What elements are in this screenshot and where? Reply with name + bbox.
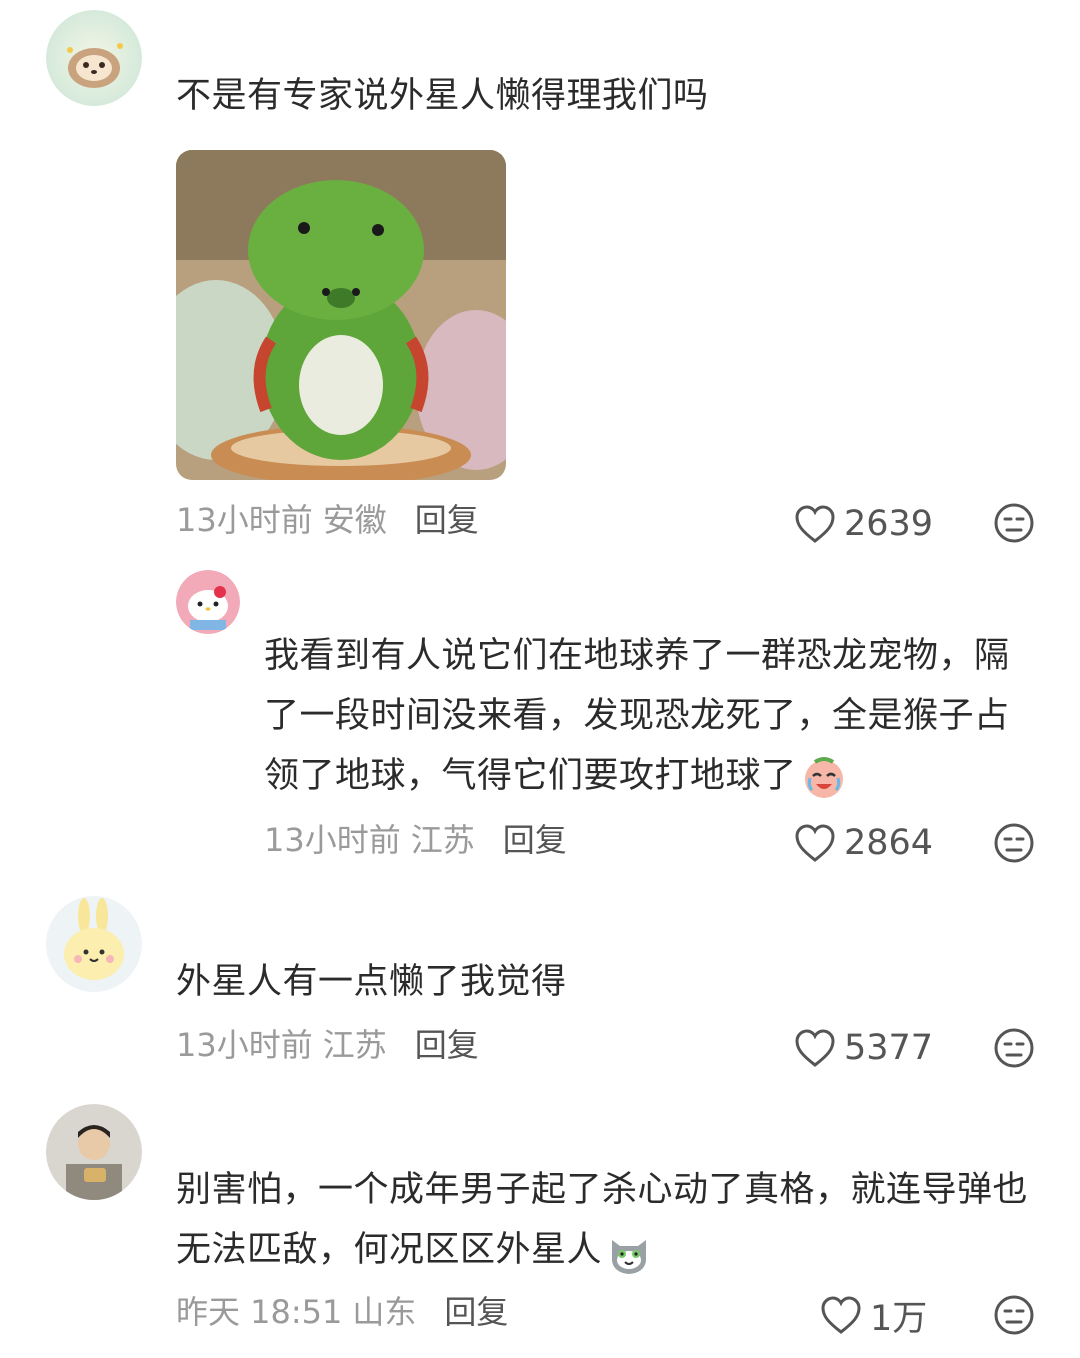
like-count: 5377: [844, 1028, 934, 1068]
like-count: 2639: [844, 504, 934, 544]
heart-outline-icon: [795, 505, 835, 543]
avatar[interactable]: [176, 570, 240, 634]
cat-face-emoji-icon: [612, 1240, 647, 1274]
comment-location: 山东: [352, 1293, 417, 1331]
heart-outline-icon: [795, 824, 835, 862]
crying-laughing-emoji-icon: [804, 757, 843, 798]
comment-location: 江苏: [322, 1026, 387, 1064]
reply-button[interactable]: 回复: [444, 1293, 508, 1331]
dislike-button[interactable]: [993, 502, 1035, 544]
comment-text-body: 别害怕，一个成年男子起了杀心动了真格，就连导弹也无法匹敌，何况区区外星人: [176, 1170, 1029, 1270]
meh-face-icon: [994, 823, 1034, 863]
reply-button[interactable]: 回复: [503, 821, 567, 859]
comment-meta: 13小时前 江苏 回复: [264, 820, 567, 860]
comment-time: 13小时前: [176, 501, 313, 539]
comment-location: 江苏: [410, 821, 475, 859]
like-button[interactable]: 1万: [820, 1293, 927, 1339]
meh-face-icon: [994, 1295, 1034, 1335]
dislike-button[interactable]: [993, 1027, 1035, 1069]
heart-outline-icon: [821, 1296, 861, 1334]
reply-button[interactable]: 回复: [415, 501, 479, 539]
meh-face-icon: [994, 503, 1034, 543]
like-button[interactable]: 2864: [794, 821, 933, 865]
comment-time: 13小时前: [264, 821, 401, 859]
dislike-button[interactable]: [993, 1294, 1035, 1336]
comment-text: 外星人有一点懒了我觉得: [176, 962, 567, 1002]
avatar[interactable]: [46, 10, 142, 106]
dislike-button[interactable]: [993, 822, 1035, 864]
avatar[interactable]: [46, 1104, 142, 1200]
comment-meta: 13小时前 江苏 回复: [176, 1025, 479, 1065]
like-count: 1万: [870, 1298, 928, 1339]
reply-button[interactable]: 回复: [415, 1026, 479, 1064]
like-count: 2864: [844, 823, 934, 863]
comment-text: 不是有专家说外星人懒得理我们吗: [176, 76, 709, 116]
like-button[interactable]: 5377: [794, 1026, 933, 1070]
comment-text: 别害怕，一个成年男子起了杀心动了真格，就连导弹也无法匹敌，何况区区外星人: [176, 1160, 1036, 1280]
comment-meta: 13小时前 安徽 回复: [176, 500, 479, 540]
comment-time: 13小时前: [176, 1026, 313, 1064]
comment-time: 昨天 18:51: [176, 1293, 343, 1331]
meh-face-icon: [994, 1028, 1034, 1068]
avatar[interactable]: [46, 896, 142, 992]
heart-outline-icon: [795, 1029, 835, 1067]
comment-image[interactable]: [176, 150, 506, 480]
comment-location: 安徽: [322, 501, 387, 539]
comment-meta: 昨天 18:51 山东 回复: [176, 1292, 508, 1332]
comment-text-body: 我看到有人说它们在地球养了一群恐龙宠物，隔了一段时间没来看，发现恐龙死了，全是猴…: [264, 636, 1010, 796]
comment-text: 我看到有人说它们在地球养了一群恐龙宠物，隔了一段时间没来看，发现恐龙死了，全是猴…: [264, 626, 1044, 806]
like-button[interactable]: 2639: [794, 502, 933, 546]
